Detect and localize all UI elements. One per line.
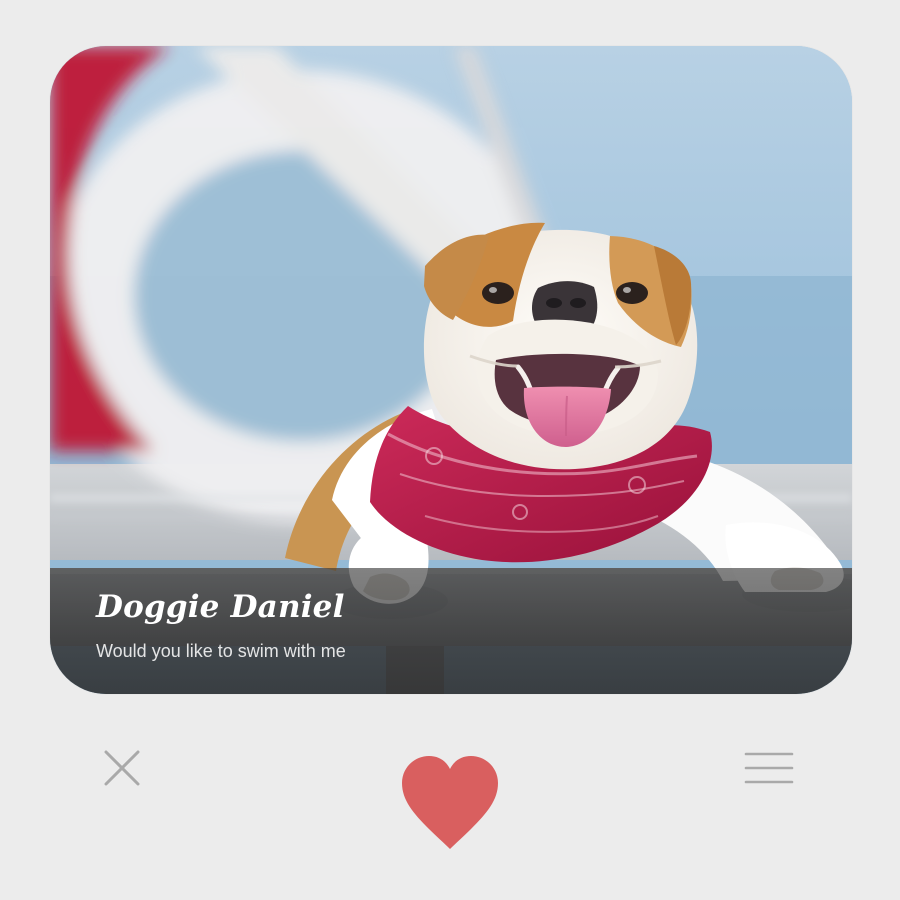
profile-card[interactable]: Doggie Daniel Would you like to swim wit…: [50, 46, 852, 694]
profile-tagline: Would you like to swim with me: [96, 641, 346, 661]
caption-overlay: Doggie Daniel Would you like to swim wit…: [50, 568, 852, 694]
like-button[interactable]: [398, 752, 502, 854]
menu-button[interactable]: [742, 748, 796, 788]
profile-screen: Doggie Daniel Would you like to swim wit…: [0, 0, 900, 900]
close-icon: [102, 748, 142, 788]
dismiss-button[interactable]: [102, 748, 142, 788]
heart-icon: [398, 752, 502, 854]
profile-name: Doggie Daniel: [96, 589, 345, 625]
menu-icon: [742, 748, 796, 788]
